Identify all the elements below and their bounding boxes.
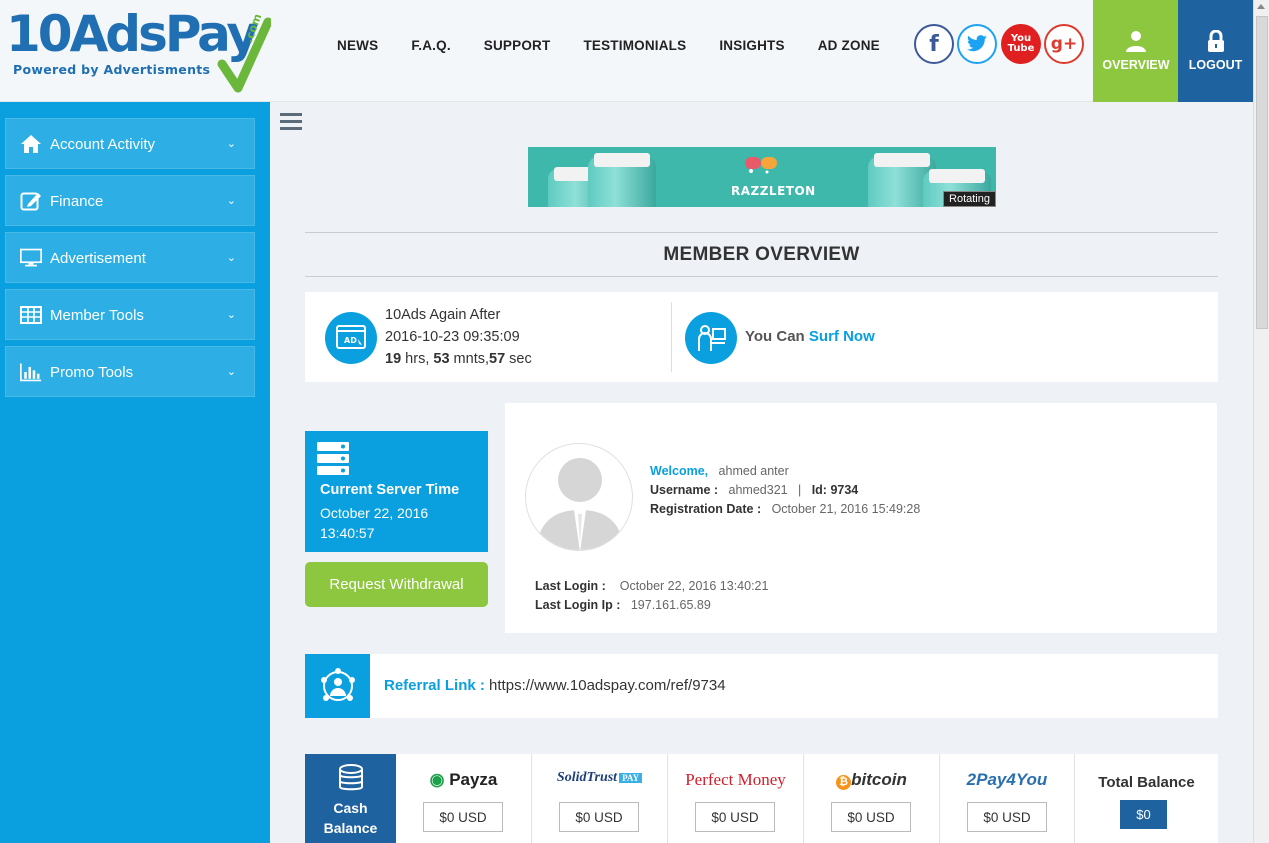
request-withdrawal-button[interactable]: Request Withdrawal (305, 562, 488, 607)
surf-user-icon (685, 312, 737, 364)
table-icon (20, 304, 42, 326)
nav-faq[interactable]: F.A.Q. (411, 38, 450, 53)
main-nav: NEWS F.A.Q. SUPPORT TESTIMONIALS INSIGHT… (337, 38, 913, 53)
facebook-icon[interactable]: f (914, 24, 954, 64)
chevron-down-icon: ⌄ (226, 138, 236, 150)
edit-icon (20, 190, 42, 212)
nav-testimonials[interactable]: TESTIMONIALS (583, 38, 686, 53)
surf-now: You Can Surf Now (745, 328, 875, 345)
sidebar-item-finance[interactable]: Finance ⌄ (5, 175, 255, 226)
lock-icon (1207, 30, 1224, 52)
youtube-icon[interactable]: You Tube (1001, 24, 1041, 64)
referral-card: Referral Link : https://www.10adspay.com… (305, 654, 1218, 718)
nav-news[interactable]: NEWS (337, 38, 378, 53)
total-balance-value: $0 (1120, 800, 1167, 829)
payza-logo: ◉ Payza (429, 770, 498, 789)
network-icon (305, 654, 370, 718)
bar-chart-icon (20, 361, 42, 383)
cash-balance-box: Cash Balance (305, 754, 396, 843)
bitcoin-logo: ₿ bitcoin (804, 770, 939, 790)
balances-card: Cash Balance ◉ Payza $0 USD SolidTrust PAY… (305, 754, 1218, 843)
perfect-money-balance: Perfect Money $0 USD (668, 754, 804, 843)
registration-line: Registration Date : October 21, 2016 15:… (650, 502, 921, 516)
solidtrust-logo: SolidTrust PAY (532, 770, 667, 786)
ad-banner[interactable]: RAZZLETON Rotating (528, 147, 996, 207)
pill-icon (745, 157, 777, 174)
solidtrust-balance: SolidTrust PAY $0 USD (532, 754, 668, 843)
username-line: Username : ahmed321 | Id: 9734 (650, 483, 859, 497)
avatar (525, 443, 633, 551)
chevron-down-icon: ⌄ (226, 252, 236, 264)
svg-text:AD: AD (344, 336, 357, 345)
nav-insights[interactable]: INSIGHTS (719, 38, 784, 53)
nav-ad-zone[interactable]: AD ZONE (818, 38, 880, 53)
banner-brand: RAZZLETON (731, 184, 816, 198)
sidebar-item-account-activity[interactable]: Account Activity ⌄ (5, 118, 255, 169)
twitter-icon[interactable] (957, 24, 997, 64)
coins-icon (339, 764, 363, 791)
logout-button[interactable]: LOGOUT (1178, 0, 1253, 102)
ads-status-card: AD 10Ads Again After 2016-10-23 09:35:09… (305, 292, 1218, 382)
payza-icon: ◉ (429, 770, 445, 789)
chevron-down-icon: ⌄ (226, 195, 236, 207)
nav-support[interactable]: SUPPORT (484, 38, 551, 53)
2pay4you-balance: 2Pay4You $0 USD (940, 754, 1075, 843)
logo-tagline: Powered by Advertisments (13, 62, 211, 77)
google-plus-icon[interactable]: g+ (1044, 24, 1084, 64)
page-title: MEMBER OVERVIEW (305, 232, 1218, 277)
chevron-down-icon: ⌄ (226, 309, 236, 321)
sidebar-item-promo-tools[interactable]: Promo Tools ⌄ (5, 346, 255, 397)
scroll-up-icon[interactable] (1257, 4, 1265, 9)
referral-url[interactable]: https://www.10adspay.com/ref/9734 (489, 677, 726, 694)
profile-card: Welcome, ahmed anter Username : ahmed321… (505, 403, 1217, 633)
welcome-line: Welcome, ahmed anter (650, 464, 789, 478)
user-icon (1126, 31, 1146, 52)
last-ip-line: Last Login Ip : 197.161.65.89 (535, 598, 711, 612)
bitcoin-balance: ₿ bitcoin $0 USD (804, 754, 940, 843)
total-balance-label: Total Balance (1098, 774, 1195, 791)
overview-button[interactable]: OVERVIEW (1093, 0, 1179, 102)
ad-window-icon: AD (325, 312, 377, 364)
header: 10AdsPay Powered by Advertisments .com N… (0, 0, 1253, 102)
bitcoin-icon: ₿ (836, 775, 852, 790)
sidebar-item-member-tools[interactable]: Member Tools ⌄ (5, 289, 255, 340)
page-scrollbar[interactable] (1253, 0, 1269, 843)
server-time-box: Current Server Time October 22, 2016 13:4… (305, 431, 488, 552)
rotating-badge: Rotating (943, 191, 996, 207)
last-login-line: Last Login : October 22, 2016 13:40:21 (535, 579, 769, 593)
scroll-thumb[interactable] (1256, 16, 1268, 329)
referral-link: Referral Link : https://www.10adspay.com… (384, 677, 726, 694)
server-icon (317, 442, 349, 475)
home-icon (20, 133, 42, 155)
perfect-money-logo: Perfect Money (685, 770, 786, 789)
payza-balance: ◉ Payza $0 USD (396, 754, 532, 843)
2pay4you-logo: 2Pay4You (966, 770, 1048, 789)
sidebar-item-advertisement[interactable]: Advertisement ⌄ (5, 232, 255, 283)
surf-now-link[interactable]: Surf Now (809, 328, 875, 345)
menu-toggle-icon[interactable] (280, 113, 302, 131)
chevron-down-icon: ⌄ (226, 366, 236, 378)
logo-text: 10AdsPay (6, 5, 259, 63)
ads-countdown: 10Ads Again After 2016-10-23 09:35:09 19… (385, 307, 532, 367)
site-logo[interactable]: 10AdsPay Powered by Advertisments .com (6, 4, 271, 96)
monitor-icon (20, 247, 42, 269)
